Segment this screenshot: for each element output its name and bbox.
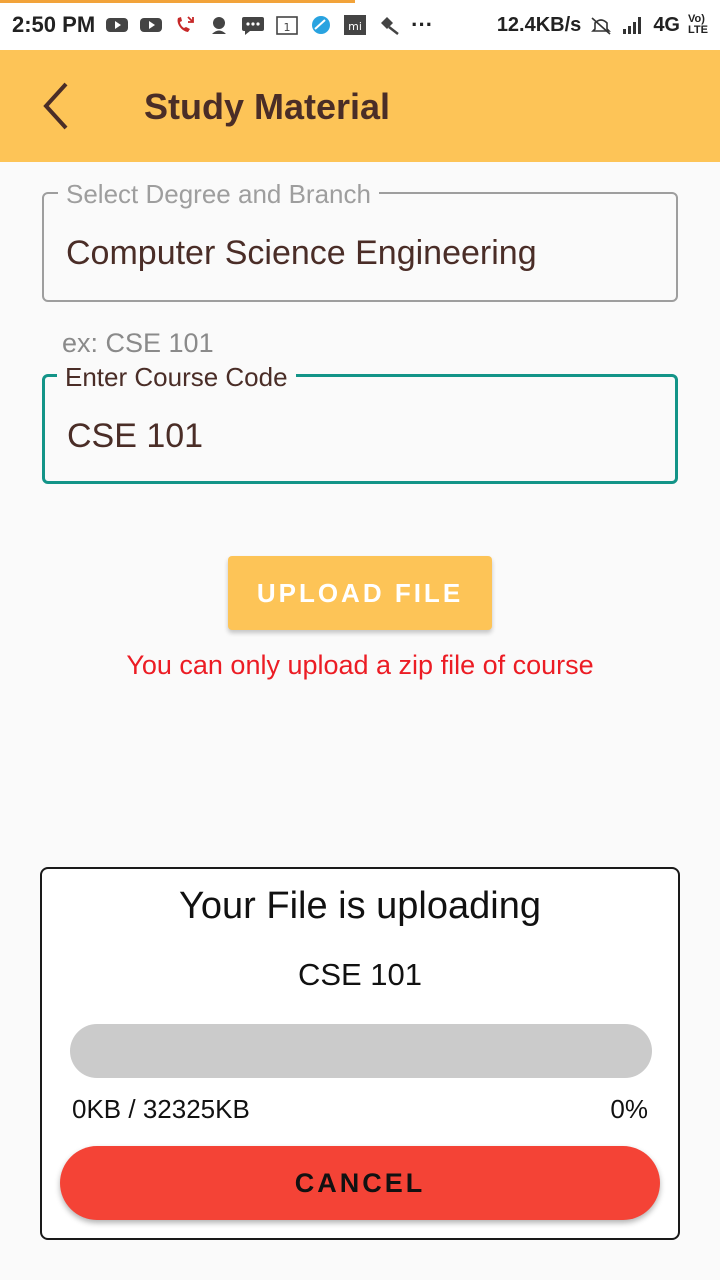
upload-progress-dialog: Your File is uploading CSE 101 0KB / 323… bbox=[40, 867, 680, 1240]
svg-text:1: 1 bbox=[284, 21, 291, 34]
missed-call-icon bbox=[177, 16, 195, 32]
app-bar: Study Material bbox=[0, 50, 720, 162]
calendar-icon: 1 bbox=[276, 16, 298, 35]
dialog-course-code: CSE 101 bbox=[297, 957, 423, 992]
youtube-icon bbox=[140, 18, 163, 32]
mute-icon bbox=[591, 17, 612, 35]
net-speed: 12.4KB/s bbox=[496, 13, 582, 36]
upload-progress-bar bbox=[70, 1024, 652, 1078]
zip-only-warning: You can only upload a zip file of course bbox=[126, 650, 594, 680]
course-code-input[interactable]: CSE 101 bbox=[67, 417, 203, 456]
more-notifications-icon: ··· bbox=[411, 12, 434, 37]
dialog-title: Your File is uploading bbox=[179, 885, 541, 927]
upload-file-button[interactable]: UPLOAD FILE bbox=[228, 556, 492, 630]
degree-branch-field[interactable]: Select Degree and Branch Computer Scienc… bbox=[42, 180, 678, 302]
avatar-icon bbox=[212, 17, 227, 34]
status-right: 12.4KB/s 4G Vo) LTE bbox=[497, 0, 710, 50]
course-code-field[interactable]: Enter Course Code CSE 101 bbox=[42, 363, 678, 484]
course-code-label: Enter Course Code bbox=[57, 363, 296, 391]
degree-branch-label: Select Degree and Branch bbox=[58, 180, 379, 208]
browser-icon bbox=[312, 16, 331, 34]
signal-icon bbox=[623, 17, 642, 34]
course-code-hint: ex: CSE 101 bbox=[62, 328, 214, 358]
upload-size-text: 0KB / 32325KB bbox=[72, 1094, 250, 1124]
youtube-icon bbox=[106, 18, 129, 32]
degree-branch-value: Computer Science Engineering bbox=[66, 234, 537, 272]
notification-icons: 1 mi ··· bbox=[105, 12, 433, 38]
network-type: 4G bbox=[653, 13, 680, 36]
status-bar: 2:50 PM 1 mi ··· 12.4KB/s 4G Vo) LTE bbox=[0, 0, 720, 50]
back-arrow-icon[interactable] bbox=[36, 78, 80, 134]
upload-percent-text: 0% bbox=[610, 1094, 648, 1124]
cancel-button[interactable]: CANCEL bbox=[60, 1146, 660, 1220]
clean-icon bbox=[381, 17, 399, 35]
message-icon bbox=[242, 17, 265, 35]
page-title: Study Material bbox=[144, 86, 391, 127]
svg-text:mi: mi bbox=[348, 20, 362, 33]
volte-indicator: Vo) LTE bbox=[688, 13, 708, 36]
page-load-indicator bbox=[0, 0, 355, 3]
status-time: 2:50 PM bbox=[12, 12, 96, 37]
mi-icon: mi bbox=[344, 15, 367, 35]
